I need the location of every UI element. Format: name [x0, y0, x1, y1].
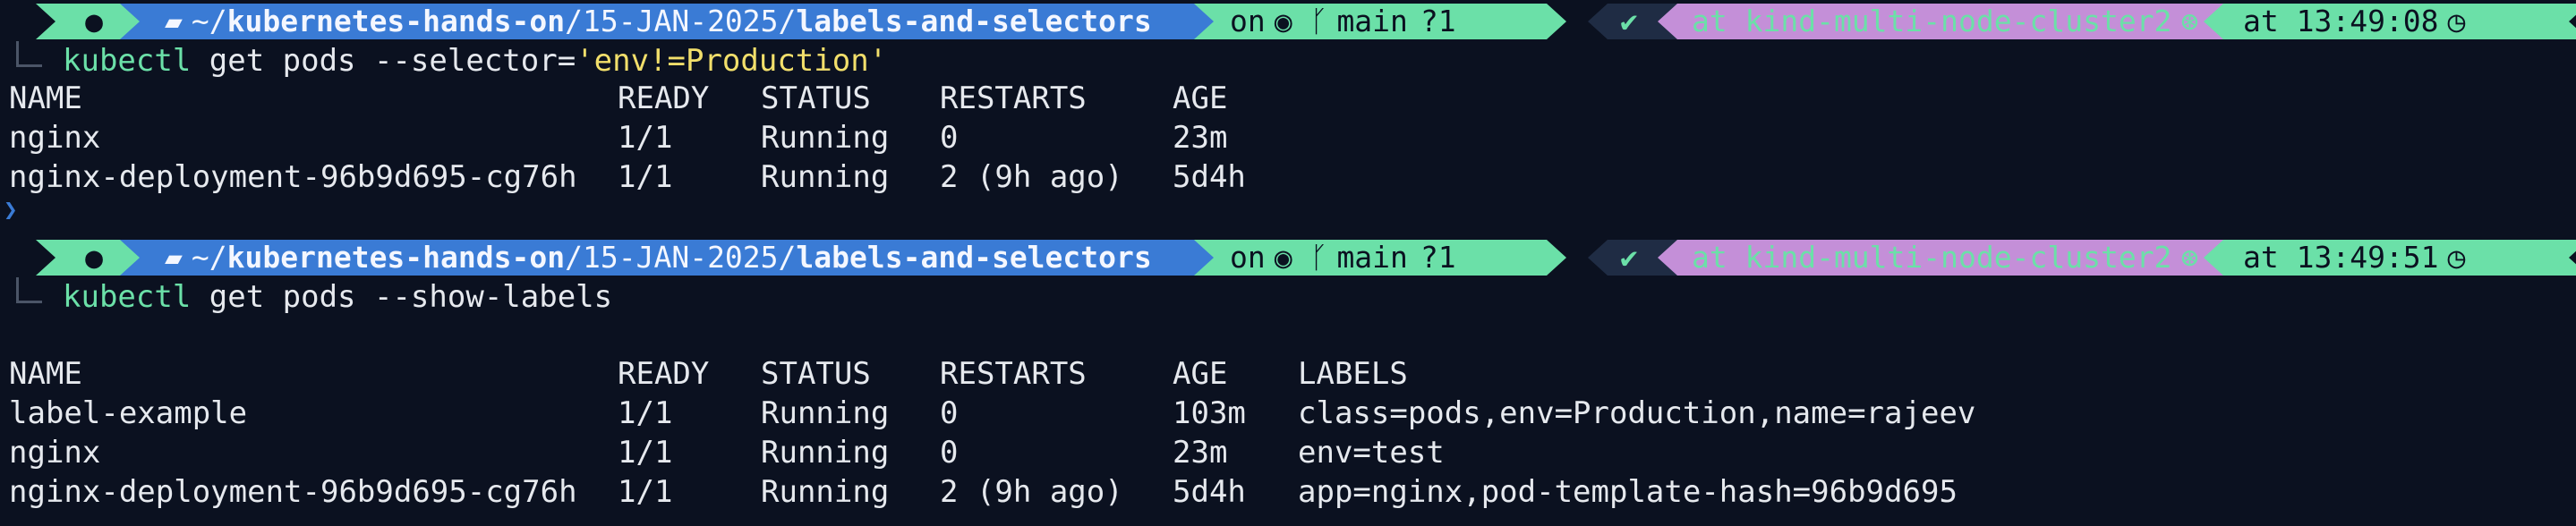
pod-ready: 1/1 — [618, 435, 673, 471]
pod-age: 5d4h — [1173, 159, 1246, 195]
path-root: kubernetes-hands-on — [226, 4, 566, 38]
header-status: STATUS — [761, 81, 871, 116]
pod-status: Running — [761, 435, 890, 471]
command-line-2: kubectl get pods --show-labels — [63, 277, 612, 317]
prompt-bar-2: ● ▰ ~/kubernetes-hands-on/15-JAN-2025/la… — [0, 236, 2576, 276]
path-leaf: labels-and-selectors — [796, 4, 1152, 38]
header-ready: READY — [618, 356, 710, 392]
command-args: get pods --selector= — [191, 43, 576, 79]
command-name: kubectl — [63, 279, 192, 315]
git-branch: main — [1336, 240, 1408, 275]
check-icon: ✔ — [1620, 4, 1638, 38]
path-segment: ▰ ~/kubernetes-hands-on/15-JAN-2025/labe… — [120, 240, 1246, 276]
time-segment: at 13:49:51 ◷ — [2204, 240, 2576, 276]
context-segment: at kind-multi-node-cluster2 ⊛ — [1658, 4, 2256, 39]
git-on-label: on — [1230, 240, 1266, 275]
pod-ready: 1/1 — [618, 474, 673, 510]
pod-restarts: 2 (9h ago) — [940, 159, 1123, 195]
git-status: ?1 — [1420, 240, 1456, 275]
path-segment: ▰ ~/kubernetes-hands-on/15-JAN-2025/labe… — [120, 4, 1246, 39]
prompt-connector — [16, 41, 42, 67]
command-line-1: kubectl get pods --selector='env!=Produc… — [63, 41, 887, 81]
pod-ready: 1/1 — [618, 395, 673, 431]
apple-icon: ● — [85, 4, 103, 38]
pod-ready: 1/1 — [618, 159, 673, 195]
path-prefix: ~/ — [191, 4, 227, 38]
header-restarts: RESTARTS — [940, 81, 1087, 116]
header-name: NAME — [9, 356, 82, 392]
branch-icon: ᚴ — [1309, 240, 1328, 275]
branch-icon: ᚴ — [1309, 4, 1328, 38]
path-mid: /15-JAN-2025/ — [565, 4, 797, 38]
header-age: AGE — [1173, 81, 1228, 116]
pod-restarts: 0 — [940, 120, 959, 156]
pod-restarts: 2 (9h ago) — [940, 474, 1123, 510]
pod-name: nginx-deployment-96b9d695-cg76h — [9, 474, 577, 510]
prompt-bar-1: ● ▰ ~/kubernetes-hands-on/15-JAN-2025/la… — [0, 0, 2576, 39]
pod-status: Running — [761, 159, 890, 195]
git-segment: on ◉ ᚴ main ?1 — [1194, 240, 1566, 276]
header-age: AGE — [1173, 356, 1228, 392]
github-icon: ◉ — [1274, 4, 1292, 38]
empty-prompt-caret: ❯ — [4, 197, 18, 224]
github-icon: ◉ — [1274, 240, 1292, 275]
apple-icon: ● — [85, 240, 103, 275]
pod-status: Running — [761, 120, 890, 156]
git-on-label: on — [1230, 4, 1266, 38]
clock-icon: ◷ — [2447, 4, 2466, 38]
time-segment: at 13:49:08 ◷ — [2204, 4, 2576, 39]
kube-icon: ⊛ — [2180, 240, 2199, 275]
pod-labels: app=nginx,pod-template-hash=96b9d695 — [1298, 474, 1958, 510]
check-icon: ✔ — [1620, 240, 1638, 275]
pod-name: nginx — [9, 120, 101, 156]
pod-status: Running — [761, 474, 890, 510]
git-branch: main — [1336, 4, 1408, 38]
command-name: kubectl — [63, 43, 192, 79]
prompt-time: at 13:49:08 — [2243, 4, 2439, 38]
pod-ready: 1/1 — [618, 120, 673, 156]
clock-icon: ◷ — [2447, 240, 2466, 275]
pod-name: nginx-deployment-96b9d695-cg76h — [9, 159, 577, 195]
pod-age: 23m — [1173, 435, 1228, 471]
kube-context: at kind-multi-node-cluster2 — [1692, 4, 2172, 38]
pod-name: label-example — [9, 395, 248, 431]
pod-age: 5d4h — [1173, 474, 1246, 510]
header-labels: LABELS — [1298, 356, 1408, 392]
prompt-time: at 13:49:51 — [2243, 240, 2439, 275]
pod-age: 103m — [1173, 395, 1246, 431]
context-segment: at kind-multi-node-cluster2 ⊛ — [1658, 240, 2256, 276]
prompt-connector — [16, 277, 42, 303]
pod-name: nginx — [9, 435, 101, 471]
git-segment: on ◉ ᚴ main ?1 — [1194, 4, 1566, 39]
folder-icon: ▰ — [165, 240, 183, 275]
kube-context: at kind-multi-node-cluster2 — [1692, 240, 2172, 275]
path-root: kubernetes-hands-on — [226, 240, 566, 275]
pod-restarts: 0 — [940, 395, 959, 431]
kube-icon: ⊛ — [2180, 4, 2199, 38]
pod-labels: class=pods,env=Production,name=rajeev — [1298, 395, 1976, 431]
path-prefix: ~/ — [191, 240, 227, 275]
pod-labels: env=test — [1298, 435, 1445, 471]
pod-status: Running — [761, 395, 890, 431]
folder-icon: ▰ — [165, 4, 183, 38]
command-args: get pods --show-labels — [191, 279, 613, 315]
git-status: ?1 — [1420, 4, 1456, 38]
header-status: STATUS — [761, 356, 871, 392]
path-leaf: labels-and-selectors — [796, 240, 1152, 275]
header-ready: READY — [618, 81, 710, 116]
header-restarts: RESTARTS — [940, 356, 1087, 392]
pod-age: 23m — [1173, 120, 1228, 156]
pod-restarts: 0 — [940, 435, 959, 471]
header-name: NAME — [9, 81, 82, 116]
path-mid: /15-JAN-2025/ — [565, 240, 797, 275]
command-selector-string: 'env!=Production' — [576, 43, 888, 79]
